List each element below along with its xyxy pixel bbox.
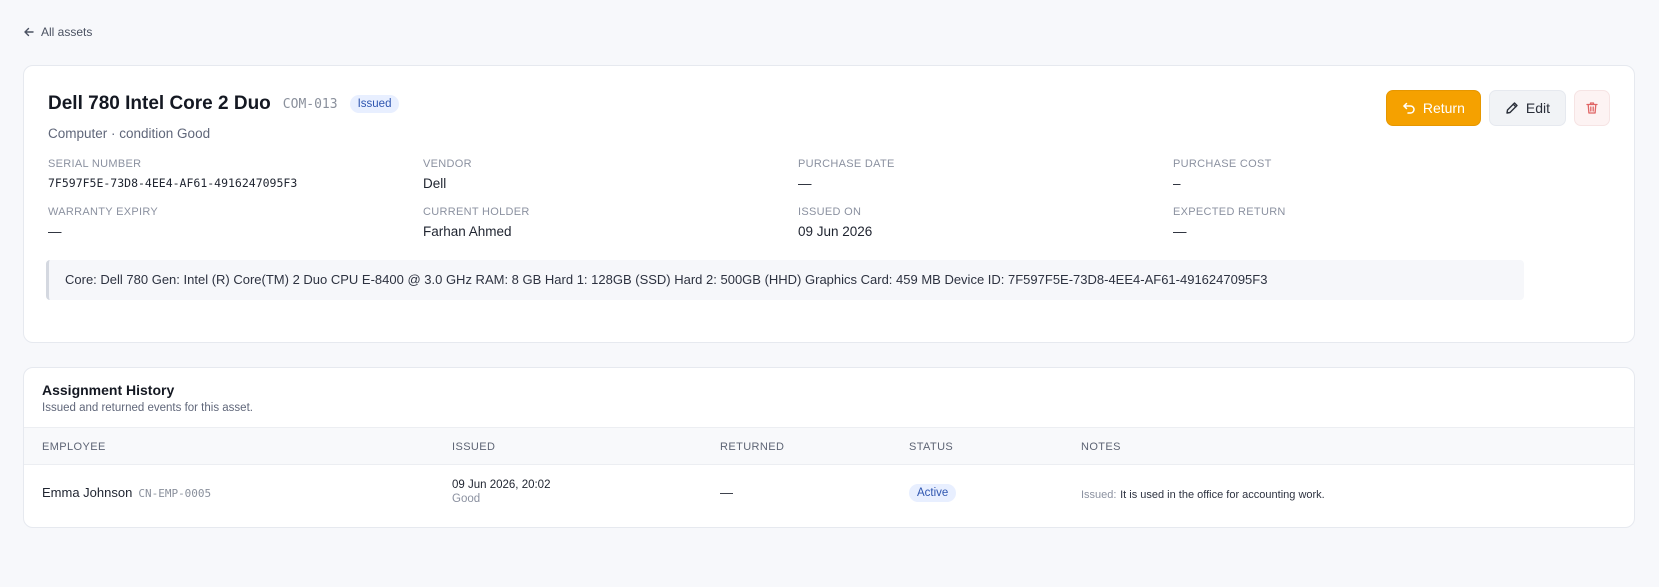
note-text: It is used in the office for accounting … bbox=[1120, 489, 1325, 501]
edit-button-label: Edit bbox=[1525, 100, 1550, 116]
field-label: EXPECTED RETURN bbox=[1173, 206, 1286, 218]
employee-name: Emma Johnson bbox=[42, 485, 133, 500]
field-expected-return: EXPECTED RETURN — bbox=[1173, 206, 1548, 240]
asset-title-row: Dell 780 Intel Core 2 Duo COM-013 Issued bbox=[48, 93, 400, 115]
cell-returned: — bbox=[720, 485, 733, 500]
field-value: — bbox=[1173, 224, 1187, 239]
asset-fields: SERIAL NUMBER 7F597F5E-73D8-4EE4-AF61-49… bbox=[48, 158, 1548, 240]
field-purchase-date: PURCHASE DATE — bbox=[798, 158, 1173, 192]
field-warranty-expiry: WARRANTY EXPIRY — bbox=[48, 206, 423, 240]
return-button[interactable]: Return bbox=[1385, 90, 1481, 126]
pencil-icon bbox=[1506, 102, 1518, 114]
field-label: ISSUED ON bbox=[798, 206, 862, 218]
table-header: EMPLOYEE ISSUED RETURNED STATUS NOTES bbox=[24, 427, 1634, 465]
field-label: WARRANTY EXPIRY bbox=[48, 206, 159, 218]
employee-code: CN-EMP-0005 bbox=[138, 487, 212, 500]
status-badge: Active bbox=[909, 484, 957, 502]
field-label: PURCHASE DATE bbox=[798, 158, 895, 170]
delete-button[interactable] bbox=[1574, 90, 1610, 126]
asset-actions: Return Edit bbox=[1385, 90, 1610, 126]
column-returned: RETURNED bbox=[720, 441, 785, 453]
edit-button[interactable]: Edit bbox=[1488, 90, 1566, 126]
arrow-left-icon bbox=[24, 27, 34, 37]
table-row[interactable]: Emma Johnson CN-EMP-0005 09 Jun 2026, 20:… bbox=[24, 465, 1634, 527]
asset-title: Dell 780 Intel Core 2 Duo bbox=[48, 93, 271, 114]
field-value: — bbox=[798, 176, 812, 191]
asset-notes: Core: Dell 780 Gen: Intel (R) Core(TM) 2… bbox=[46, 260, 1524, 300]
field-value: 7F597F5E-73D8-4EE4-AF61-4916247095F3 bbox=[48, 176, 298, 190]
cell-issued: 09 Jun 2026, 20:02 Good bbox=[452, 479, 550, 505]
back-link-label: All assets bbox=[41, 25, 93, 39]
assignment-history-card: Assignment History Issued and returned e… bbox=[23, 367, 1635, 528]
note-label: Issued: bbox=[1081, 489, 1117, 501]
field-label: SERIAL NUMBER bbox=[48, 158, 142, 170]
field-value: – bbox=[1173, 176, 1181, 191]
asset-code: COM-013 bbox=[282, 96, 338, 112]
trash-icon bbox=[1586, 102, 1598, 114]
field-value: Dell bbox=[423, 176, 447, 191]
cell-notes: Issued: It is used in the office for acc… bbox=[1081, 486, 1325, 501]
field-label: PURCHASE COST bbox=[1173, 158, 1272, 170]
field-serial-number: SERIAL NUMBER 7F597F5E-73D8-4EE4-AF61-49… bbox=[48, 158, 423, 192]
field-purchase-cost: PURCHASE COST – bbox=[1173, 158, 1548, 192]
field-label: VENDOR bbox=[423, 158, 472, 170]
asset-subtitle: Computer · condition Good bbox=[48, 126, 211, 141]
status-badge: Issued bbox=[349, 95, 400, 113]
column-status: STATUS bbox=[909, 441, 954, 453]
column-employee: EMPLOYEE bbox=[42, 441, 106, 453]
field-value: Farhan Ahmed bbox=[423, 224, 512, 239]
asset-details-card: Dell 780 Intel Core 2 Duo COM-013 Issued… bbox=[23, 65, 1635, 343]
column-issued: ISSUED bbox=[452, 441, 496, 453]
issued-condition: Good bbox=[452, 493, 481, 505]
field-label: CURRENT HOLDER bbox=[423, 206, 530, 218]
field-issued-on: ISSUED ON 09 Jun 2026 bbox=[798, 206, 1173, 240]
field-value: 09 Jun 2026 bbox=[798, 224, 873, 239]
back-link[interactable]: All assets bbox=[23, 25, 92, 39]
history-title: Assignment History bbox=[42, 382, 175, 398]
undo-icon bbox=[1403, 102, 1415, 114]
history-subtitle: Issued and returned events for this asse… bbox=[42, 402, 253, 414]
cell-employee: Emma Johnson CN-EMP-0005 bbox=[42, 485, 211, 500]
cell-status: Active bbox=[909, 484, 957, 502]
return-button-label: Return bbox=[1422, 100, 1465, 116]
field-vendor: VENDOR Dell bbox=[423, 158, 798, 192]
field-value: — bbox=[48, 224, 62, 239]
issued-date: 09 Jun 2026, 20:02 bbox=[452, 479, 551, 491]
column-notes: NOTES bbox=[1081, 441, 1121, 453]
field-current-holder: CURRENT HOLDER Farhan Ahmed bbox=[423, 206, 798, 240]
